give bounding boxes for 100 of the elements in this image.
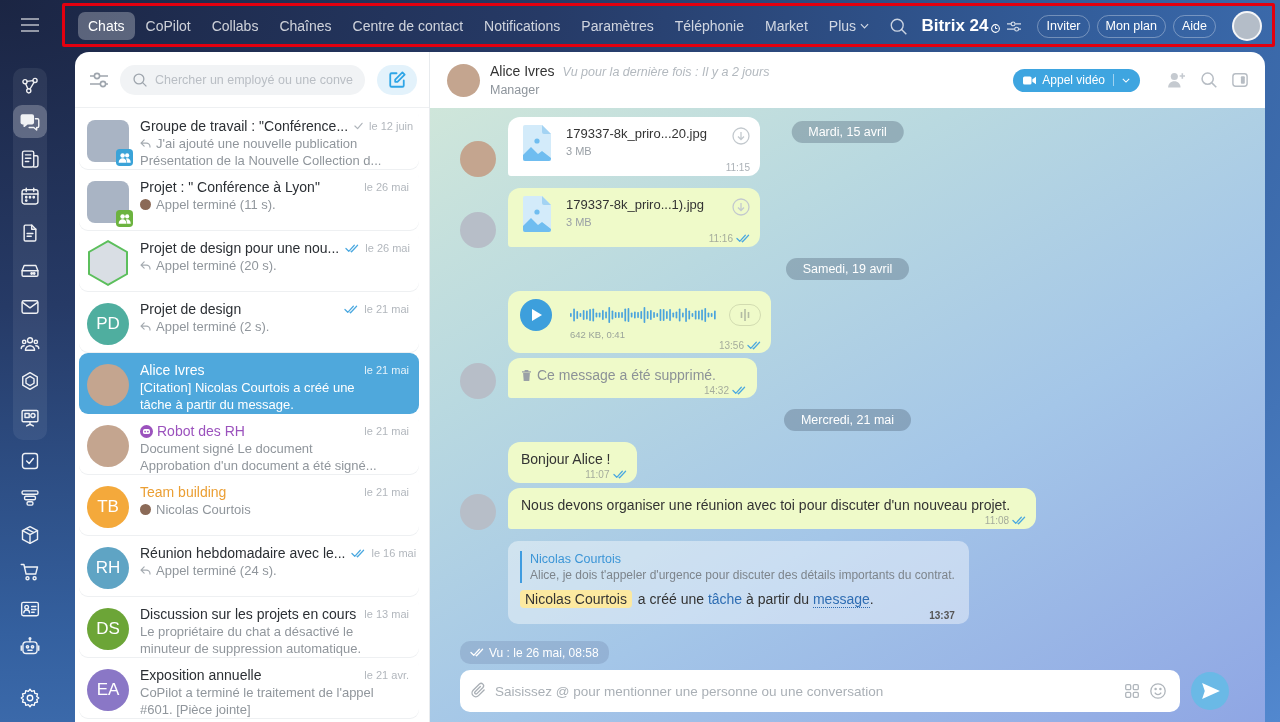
chat-item[interactable]: Projet de design pour une nou... le 26 mai Appel terminé (20 s). (79, 231, 419, 292)
robot-icon (20, 635, 40, 656)
chat-title: Groupe de travail : "Conférence... (140, 117, 349, 135)
chat-title: Réunion hebdomadaire avec le... (140, 544, 346, 562)
message-time: 13:56 (718, 339, 744, 351)
message-preview: Document signé Le document (140, 440, 313, 457)
message-time: 11:07 (585, 468, 610, 480)
chat-title: Discussion sur les projets en cours (140, 605, 357, 623)
chat-item[interactable]: DS Discussion sur les projets en cours le 13 mai Le propriétaire du chat a désactivé le minuteur de suppression automatique. (79, 597, 419, 658)
chat-title: Projet : " Conférence à Lyon" (140, 178, 320, 196)
nav-tab[interactable]: Notifications (474, 12, 571, 40)
download-icon (732, 198, 750, 216)
calendar-icon (20, 185, 40, 206)
initials-avatar: RH (87, 546, 129, 589)
chat-item[interactable]: RH Réunion hebdomadaire avec le... le 16 mai Appel terminé (24 s). (79, 536, 419, 597)
document-icon (20, 222, 40, 243)
initials-avatar: EA (87, 668, 129, 711)
chat-item[interactable]: EA Exposition annuelle le 21 avr. CoPilot a terminé le traitement de l'appel #601. [Pièce jointe] (79, 658, 419, 719)
chat-date: le 21 avr. (364, 669, 409, 681)
camera-icon (1023, 75, 1037, 85)
message-text: Bonjour Alice ! (521, 450, 612, 468)
deleted-notice: Ce message a été supprimé. (537, 366, 716, 384)
nav-tab[interactable]: Chaînes (269, 12, 342, 40)
date-separator: Mercredi, 21 mai (783, 409, 912, 431)
message-time: 11:16 (708, 232, 733, 244)
message-preview: Présentation de la Nouvelle Collection d... (140, 152, 382, 169)
avatar-placeholder[interactable] (1232, 11, 1262, 41)
message-time: 11:15 (725, 161, 750, 173)
nav-tab[interactable]: Chats (78, 12, 135, 40)
date-separator: Samedi, 19 avril (785, 258, 910, 280)
last-seen-text: Vu pour la dernière fois : Il y a 2 jours (562, 65, 770, 79)
play-button[interactable] (520, 299, 552, 331)
chat-date: le 13 mai (364, 608, 409, 620)
message-preview: Appel terminé (2 s). (156, 318, 270, 335)
link[interactable]: tâche (707, 591, 743, 607)
trash-icon (522, 369, 531, 381)
message-preview: Appel terminé (24 s). (156, 562, 277, 579)
nav-tab[interactable]: Paramètres (571, 12, 664, 40)
mention-chip[interactable]: Nicolas Courtois (520, 590, 632, 608)
clock-icon (991, 24, 1001, 33)
play-icon (532, 309, 542, 321)
nav-tab[interactable]: CoPilot (135, 12, 201, 40)
chat-date: le 26 mai (364, 181, 409, 193)
chat-date: le 12 juin (369, 120, 414, 132)
chat-date: le 21 mai (364, 486, 409, 498)
chat-title: Robot des RH (157, 422, 245, 440)
presentation-board-icon (20, 407, 40, 428)
settings-icon[interactable] (20, 688, 40, 708)
chat-item[interactable]: Groupe de travail : "Conférence... le 12 juin J'ai ajouté une nouvelle publication Présentation de la Nouvelle Collection d... (79, 109, 419, 170)
avatar-placeholder (87, 424, 129, 467)
newspaper-icon (20, 148, 40, 169)
chat-item[interactable]: Robot des RH le 21 mai Document signé Le document Approbation d'un document a été signé... (79, 414, 419, 475)
hexagon-icon (20, 370, 40, 391)
initials-avatar: DS (87, 607, 129, 650)
chat-date: le 16 mai (371, 547, 417, 559)
edit-icon (388, 70, 406, 89)
file-size: 3 MB (566, 144, 593, 159)
robot-icon (140, 424, 153, 438)
message-preview: Appel terminé (20 s). (156, 257, 277, 274)
chat-title: Team building (140, 483, 227, 501)
sliders-icon[interactable] (1007, 20, 1022, 32)
message-preview: CoPilot a terminé le traitement de l'appel #601. [Pièce jointe] (140, 684, 375, 718)
message-preview: [Citation] Nicolas Courtois a créé une tâche à partir du message. (140, 379, 356, 413)
message-input[interactable]: Saisissez @ pour mentionner une personne ou une conversation (460, 670, 1180, 712)
chat-icon (20, 111, 40, 132)
quote-text: Alice, je dois t'appeler d'urgence pour discuter des détails importants du contrat. (530, 567, 955, 583)
sidebar-toggle-icon[interactable] (1232, 72, 1248, 88)
menu-icon[interactable] (21, 18, 39, 32)
message-time: 13:37 (929, 609, 955, 621)
nav-tab[interactable]: Téléphonie (664, 12, 754, 40)
message-preview: J'ai ajouté une nouvelle publication (156, 135, 358, 152)
chat-title: Projet de design pour une nou... (140, 239, 340, 257)
chat-item[interactable]: PD Projet de design le 21 mai Appel terminé (2 s). (79, 292, 419, 353)
search-icon[interactable] (890, 17, 908, 35)
bars-icon (740, 309, 750, 321)
chat-date: le 21 mai (364, 364, 409, 376)
caret-icon (1122, 77, 1130, 83)
box-icon (20, 524, 40, 545)
nav-tab[interactable]: Market (755, 12, 818, 40)
nav-tab[interactable]: Collabs (201, 12, 269, 40)
message-preview: Nicolas Courtois (156, 501, 251, 518)
file-name[interactable]: 179337-8k_priro...20.jpg (566, 125, 732, 142)
send-icon (1202, 683, 1220, 699)
nav-tab[interactable]: Centre de contact (342, 12, 474, 40)
sidebar-item[interactable] (13, 105, 47, 138)
link[interactable]: message (812, 591, 870, 608)
search-field[interactable]: Chercher un employé ou une conve (120, 64, 365, 95)
filter-icon[interactable] (90, 71, 108, 88)
download-icon (732, 127, 750, 145)
brand-name: Bitrix 24 (921, 16, 989, 36)
compose-button[interactable] (377, 64, 417, 95)
paperclip-icon[interactable] (471, 682, 486, 699)
chat-title: Projet de design (140, 300, 242, 318)
chat-date: le 21 mai (364, 425, 409, 437)
date-separator: Mardi, 15 avril (791, 121, 904, 143)
file-name[interactable]: 179337-8k_priro...1).jpg (566, 196, 732, 213)
quote-author: Nicolas Courtois (530, 551, 622, 567)
chat-item[interactable]: Projet : " Conférence à Lyon" le 26 mai Appel terminé (11 s). (79, 170, 419, 231)
more-menu-tab[interactable]: Plus (818, 12, 880, 40)
contact-name[interactable]: Alice Ivres (490, 63, 555, 79)
